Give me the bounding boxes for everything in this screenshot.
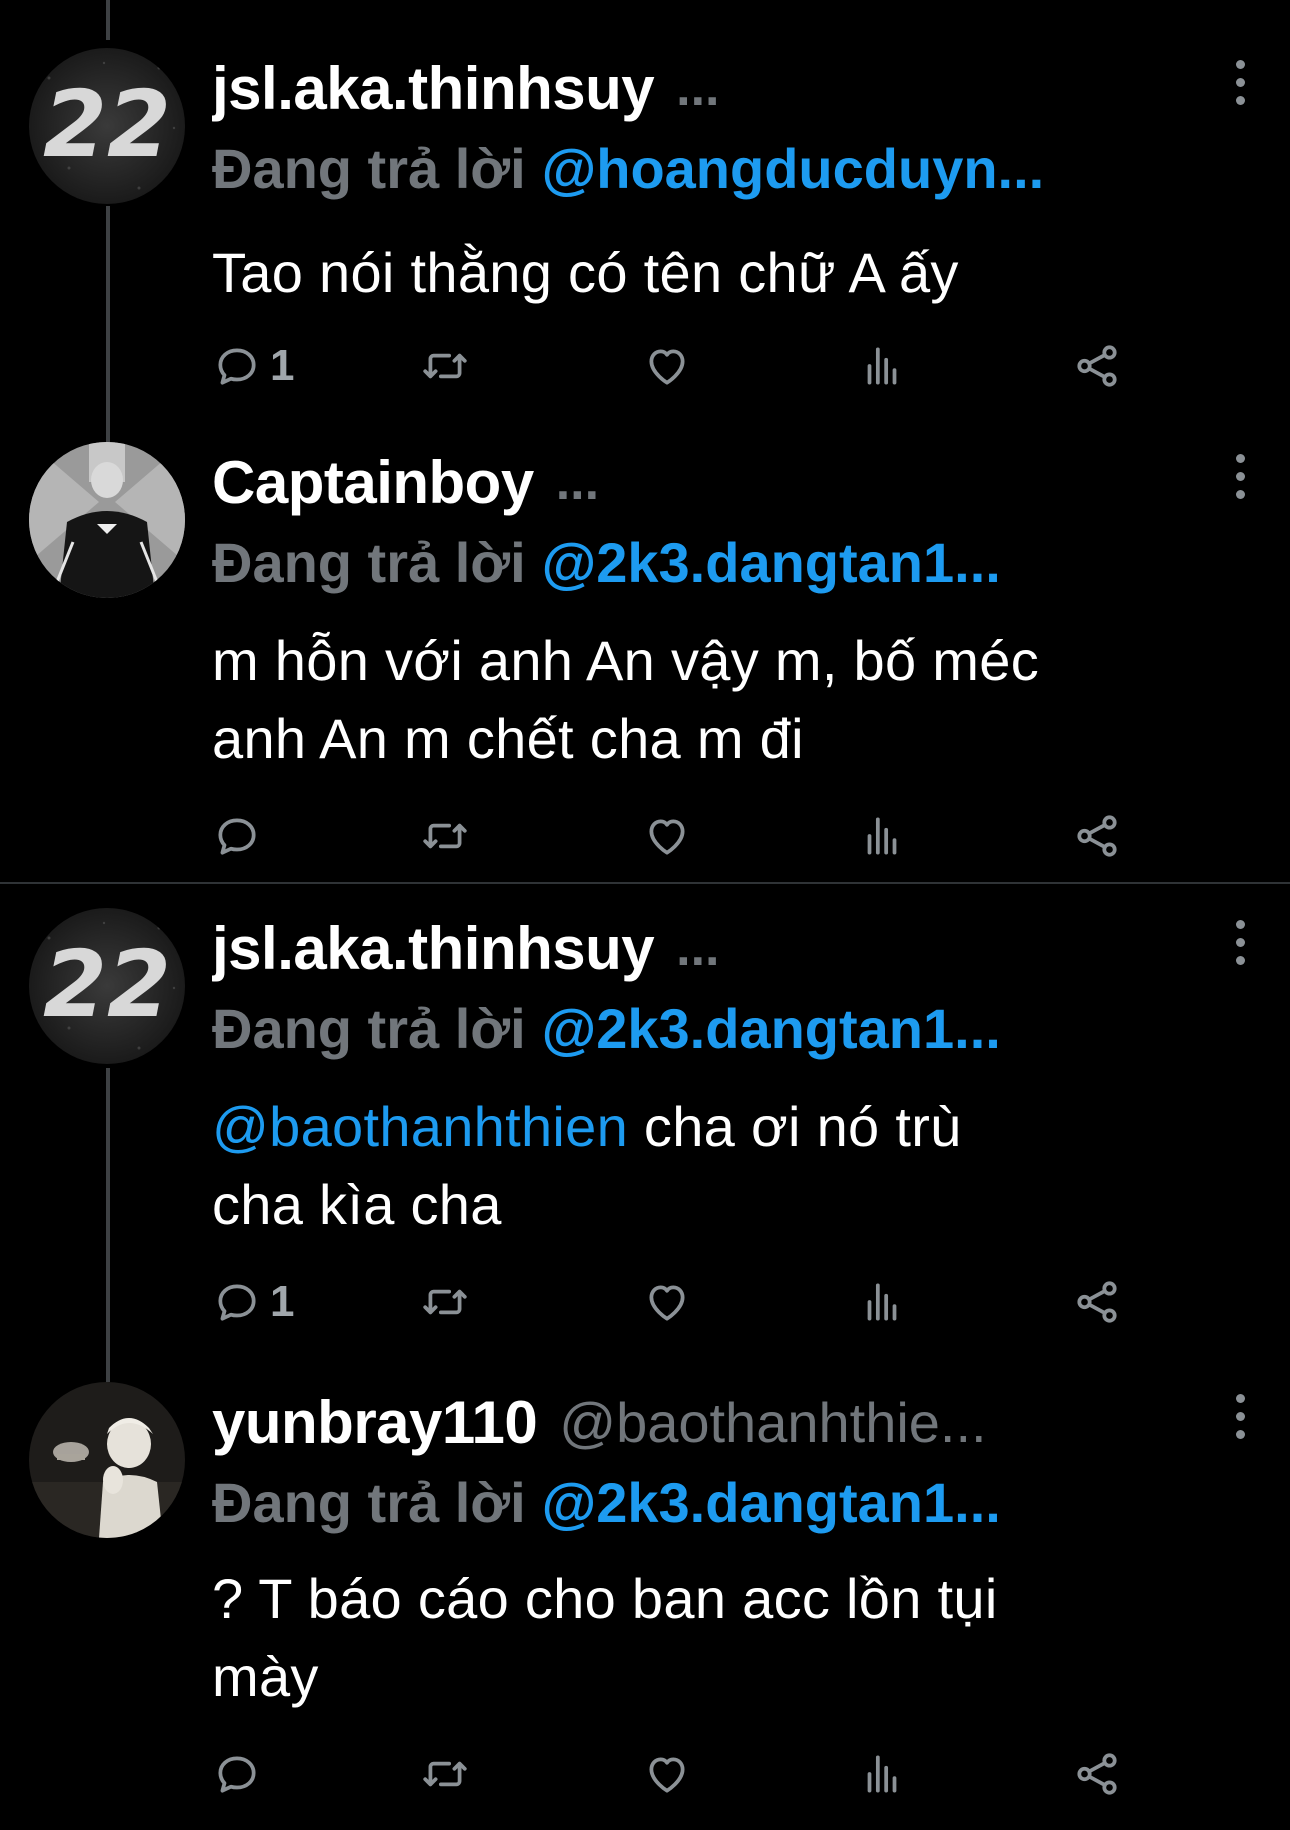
heart-icon xyxy=(649,349,685,385)
replying-to-handle[interactable]: @hoangducduyn... xyxy=(542,136,1045,201)
share-button[interactable] xyxy=(1072,806,1122,866)
replying-to-handle[interactable]: @2k3.dangtan1... xyxy=(542,1470,1001,1535)
display-name[interactable]: jsl.aka.thinhsuy xyxy=(212,914,655,983)
views-button[interactable] xyxy=(857,1744,907,1804)
analytics-bars-icon xyxy=(867,1283,897,1321)
more-vertical-icon[interactable] xyxy=(1230,60,1250,116)
avatar[interactable] xyxy=(29,1382,185,1538)
retweet-icon xyxy=(423,823,467,849)
like-button[interactable] xyxy=(642,336,692,396)
more-vertical-icon[interactable] xyxy=(1230,920,1250,976)
share-icon xyxy=(1077,1753,1117,1795)
retweet-icon xyxy=(423,1289,467,1315)
thread-divider xyxy=(0,882,1290,884)
avatar-22-image: 22 xyxy=(29,908,185,1064)
avatar-photo-jacket xyxy=(29,442,185,598)
retweet-button[interactable] xyxy=(420,1272,470,1332)
tweet[interactable]: 22 jsl.aka.thinhsuy ... Đang trả lời @2k… xyxy=(0,908,1290,1326)
name-ellipsis: ... xyxy=(676,919,720,977)
analytics-bars-icon xyxy=(867,347,897,385)
share-icon xyxy=(1077,815,1117,857)
views-button[interactable] xyxy=(857,806,907,866)
avatar[interactable] xyxy=(29,442,185,598)
tweet-text-line: @baothanhthien cha ơi nó trù xyxy=(212,1088,1252,1166)
reply-count: 1 xyxy=(270,341,295,390)
tweet-text-line: Tao nói thằng có tên chữ A ấy xyxy=(212,241,959,304)
like-button[interactable] xyxy=(642,1744,692,1804)
avatar-22-image: 22 xyxy=(29,48,185,204)
analytics-bars-icon xyxy=(867,817,897,855)
share-button[interactable] xyxy=(1072,336,1122,396)
share-button[interactable] xyxy=(1072,1272,1122,1332)
display-name[interactable]: Captainboy xyxy=(212,448,534,517)
tweet-text-line: cha kìa cha xyxy=(212,1173,502,1236)
replying-to-label: Đang trả lời xyxy=(212,136,526,200)
heart-icon xyxy=(649,1757,685,1793)
like-button[interactable] xyxy=(642,806,692,866)
views-button[interactable] xyxy=(857,336,907,396)
comment-bubble-icon xyxy=(218,1756,256,1793)
share-icon xyxy=(1077,345,1117,387)
comment-bubble-icon xyxy=(218,818,256,855)
avatar[interactable]: 22 xyxy=(29,908,185,1064)
retweet-icon xyxy=(423,353,467,379)
reply-count: 1 xyxy=(270,1277,295,1326)
replying-to-handle[interactable]: @2k3.dangtan1... xyxy=(542,996,1001,1061)
reply-button[interactable]: 1 xyxy=(212,336,294,396)
mention-link[interactable]: @baothanhthien xyxy=(212,1095,628,1158)
svg-text:22: 22 xyxy=(43,931,171,1038)
views-button[interactable] xyxy=(857,1272,907,1332)
retweet-button[interactable] xyxy=(420,336,470,396)
svg-text:22: 22 xyxy=(43,71,171,178)
tweet[interactable]: yunbray110 @baothanhthie... Đang trả lời… xyxy=(0,1382,1290,1822)
name-ellipsis: ... xyxy=(555,453,600,511)
retweet-icon xyxy=(423,1761,467,1787)
retweet-button[interactable] xyxy=(420,1744,470,1804)
comment-bubble-icon xyxy=(218,348,256,385)
comment-bubble-icon xyxy=(218,1284,256,1321)
thread-line xyxy=(106,0,110,40)
reply-feed: 22 jsl.aka.thinhsuy ... Đang trả lời @ho… xyxy=(0,0,1290,1830)
replying-to-label: Đang trả lời xyxy=(212,996,526,1060)
heart-icon xyxy=(649,1285,685,1321)
reply-button[interactable] xyxy=(212,806,262,866)
replying-to-handle[interactable]: @2k3.dangtan1... xyxy=(542,530,1001,595)
share-button[interactable] xyxy=(1072,1744,1122,1804)
tweet-text-line: ? T báo cáo cho ban acc lồn tụi xyxy=(212,1567,998,1630)
reply-button[interactable]: 1 xyxy=(212,1272,294,1332)
replying-to-label: Đang trả lời xyxy=(212,530,526,594)
tweet-text-line: anh An m chết cha m đi xyxy=(212,707,804,770)
more-vertical-icon[interactable] xyxy=(1230,1394,1250,1450)
tweet-text: ? T báo cáo cho ban acc lồn tụi mày xyxy=(212,1560,1252,1716)
replying-to-label: Đang trả lời xyxy=(212,1470,526,1534)
tweet-text-line: m hỗn với anh An vậy m, bố méc xyxy=(212,629,1039,692)
display-name[interactable]: yunbray110 xyxy=(212,1388,538,1457)
display-name[interactable]: jsl.aka.thinhsuy xyxy=(212,54,655,123)
heart-icon xyxy=(649,819,685,855)
analytics-bars-icon xyxy=(867,1755,897,1793)
retweet-button[interactable] xyxy=(420,806,470,866)
tweet-text: m hỗn với anh An vậy m, bố méc anh An m … xyxy=(212,622,1252,778)
more-vertical-icon[interactable] xyxy=(1230,454,1250,510)
avatar[interactable]: 22 xyxy=(29,48,185,204)
reply-button[interactable] xyxy=(212,1744,262,1804)
tweet-text-line: mày xyxy=(212,1645,319,1708)
avatar-photo-person xyxy=(29,1382,185,1538)
tweet[interactable]: Captainboy ... Đang trả lời @2k3.dangtan… xyxy=(0,442,1290,872)
tweet-text: Tao nói thằng có tên chữ A ấy xyxy=(212,234,1252,312)
tweet-text: @baothanhthien cha ơi nó trù cha kìa cha xyxy=(212,1088,1252,1244)
like-button[interactable] xyxy=(642,1272,692,1332)
name-ellipsis: ... xyxy=(676,59,720,117)
tweet-text-fragment: cha ơi nó trù xyxy=(628,1095,962,1158)
tweet[interactable]: 22 jsl.aka.thinhsuy ... Đang trả lời @ho… xyxy=(0,48,1290,398)
share-icon xyxy=(1077,1281,1117,1323)
user-handle[interactable]: @baothanhthie... xyxy=(559,1390,986,1455)
